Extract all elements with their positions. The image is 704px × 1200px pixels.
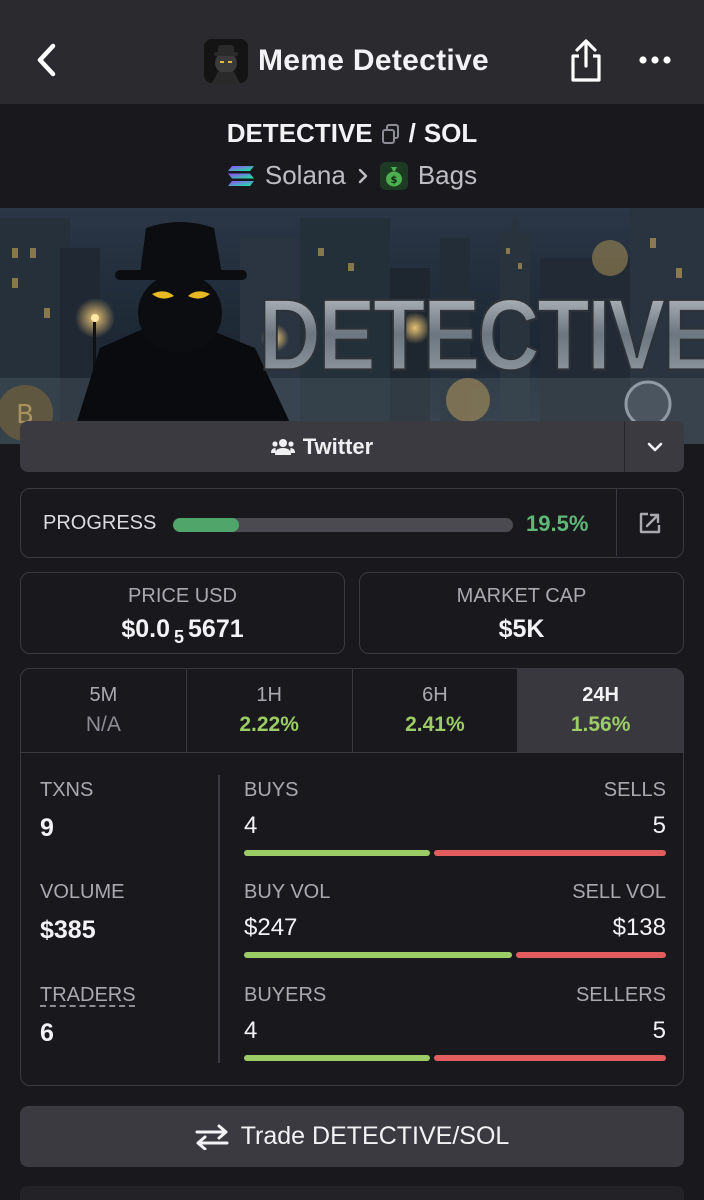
volume-ratio-bar xyxy=(244,952,666,958)
share-icon xyxy=(571,39,601,82)
txns-value: 9 xyxy=(40,814,54,842)
metrics-divider xyxy=(218,775,220,1063)
timeframe-tabs: 5M N/A 1H 2.22% 6H 2.41% 24H 1.56% xyxy=(21,669,683,753)
buyers-ratio-bar xyxy=(244,1055,666,1061)
metrics-panel: TXNS 9 VOLUME $385 TRADERS 6 BUYS SELLS 4… xyxy=(21,753,683,1085)
trading-stats-card: 5M N/A 1H 2.22% 6H 2.41% 24H 1.56% TXNS … xyxy=(20,668,684,1086)
sellers-bar xyxy=(433,1055,666,1061)
tab-5m[interactable]: 5M N/A xyxy=(21,669,187,752)
buy-volume-bar xyxy=(244,952,513,958)
app-title: Meme Detective xyxy=(258,44,489,77)
tab-24h[interactable]: 24H 1.56% xyxy=(518,669,683,752)
tab-24h-change: 1.56% xyxy=(570,713,631,736)
sell-volume-bar xyxy=(516,952,666,958)
copy-icon[interactable] xyxy=(381,123,401,145)
external-link-icon xyxy=(639,512,661,533)
txns-stat: TXNS 9 xyxy=(40,779,94,842)
twitter-label: Twitter xyxy=(302,433,374,459)
social-links-bar: Twitter xyxy=(20,421,684,472)
share-button[interactable] xyxy=(565,38,607,84)
banner-wordmark: DETECTIVE xyxy=(259,278,704,391)
trade-label: Trade DETECTIVE/SOL xyxy=(240,1122,510,1150)
price-usd-value: $0.0 5 5671 xyxy=(121,615,244,647)
buyers-sellers-stat: BUYERS SELLERS 45 xyxy=(244,984,666,1061)
buys-bar xyxy=(244,850,430,856)
quote-symbol: SOL xyxy=(423,118,478,148)
next-section-peek xyxy=(20,1186,684,1200)
base-symbol: DETECTIVE xyxy=(226,118,373,148)
token-banner-image: B DETECTIVE xyxy=(0,208,704,444)
detective-logo-icon xyxy=(204,39,248,83)
back-button[interactable] xyxy=(28,38,64,82)
buys-value: 4 xyxy=(244,812,258,839)
tab-5m-change: N/A xyxy=(85,713,121,736)
price-usd-label: PRICE USD xyxy=(128,585,237,607)
progress-bar-fill xyxy=(173,518,240,532)
sell-volume-value: $138 xyxy=(612,914,666,941)
price-usd-card: PRICE USD $0.0 5 5671 xyxy=(20,572,345,654)
traders-stat[interactable]: TRADERS 6 xyxy=(40,984,136,1048)
volume-value: $385 xyxy=(40,916,96,944)
tab-1h[interactable]: 1H 2.22% xyxy=(187,669,353,752)
volume-stat: VOLUME $385 xyxy=(40,881,125,944)
pair-header: DETECTIVE / SOL Solana $ Bags xyxy=(0,104,704,208)
more-button[interactable] xyxy=(634,48,676,72)
price-subscript-zeros: 5 xyxy=(174,627,185,647)
sells-bar xyxy=(433,850,666,856)
more-horizontal-icon xyxy=(639,56,671,64)
svg-text:$: $ xyxy=(390,175,397,186)
twitter-button[interactable]: Twitter xyxy=(20,421,624,472)
progress-label: PROGRESS xyxy=(43,512,157,534)
top-bar: Meme Detective xyxy=(0,0,704,104)
chevron-left-icon xyxy=(37,43,56,77)
users-icon xyxy=(270,438,295,455)
tab-1h-change: 2.22% xyxy=(239,713,299,736)
chain-name[interactable]: Solana xyxy=(265,160,346,191)
buyers-bar xyxy=(244,1055,430,1061)
chevron-down-icon xyxy=(647,442,662,451)
trade-button[interactable]: Trade DETECTIVE/SOL xyxy=(20,1106,684,1167)
dex-name[interactable]: Bags xyxy=(418,160,477,191)
buys-sells-stat: BUYS SELLS 45 xyxy=(244,779,666,856)
swap-arrows-icon xyxy=(195,1124,229,1150)
chevron-right-icon xyxy=(358,168,368,183)
money-bag-icon: $ xyxy=(379,161,408,190)
market-cap-label: MARKET CAP xyxy=(456,585,587,607)
progress-bar xyxy=(173,518,513,532)
chain-breadcrumb: Solana $ Bags xyxy=(0,160,704,191)
buy-volume-value: $247 xyxy=(244,914,298,941)
solana-icon xyxy=(227,165,254,186)
bonding-progress-card: PROGRESS 19.5% xyxy=(20,488,684,558)
sellers-value: 5 xyxy=(652,1017,666,1044)
market-cap-card: MARKET CAP $5K xyxy=(359,572,684,654)
pair-title: DETECTIVE / SOL xyxy=(0,118,704,149)
buys-sells-ratio-bar xyxy=(244,850,666,856)
links-dropdown-toggle[interactable] xyxy=(624,421,684,472)
progress-value: 19.5% xyxy=(526,511,589,536)
pair-separator: / xyxy=(408,118,416,148)
app-title-group: Meme Detective xyxy=(204,37,489,85)
sells-value: 5 xyxy=(652,812,666,839)
open-external-button[interactable] xyxy=(616,489,683,556)
traders-value: 6 xyxy=(40,1019,54,1047)
tab-6h-change: 2.41% xyxy=(405,713,465,736)
buy-sell-volume-stat: BUY VOL SELL VOL $247 $138 xyxy=(244,881,666,958)
buyers-value: 4 xyxy=(244,1017,258,1044)
market-cap-value: $5K xyxy=(498,615,545,643)
tab-6h[interactable]: 6H 2.41% xyxy=(353,669,519,752)
